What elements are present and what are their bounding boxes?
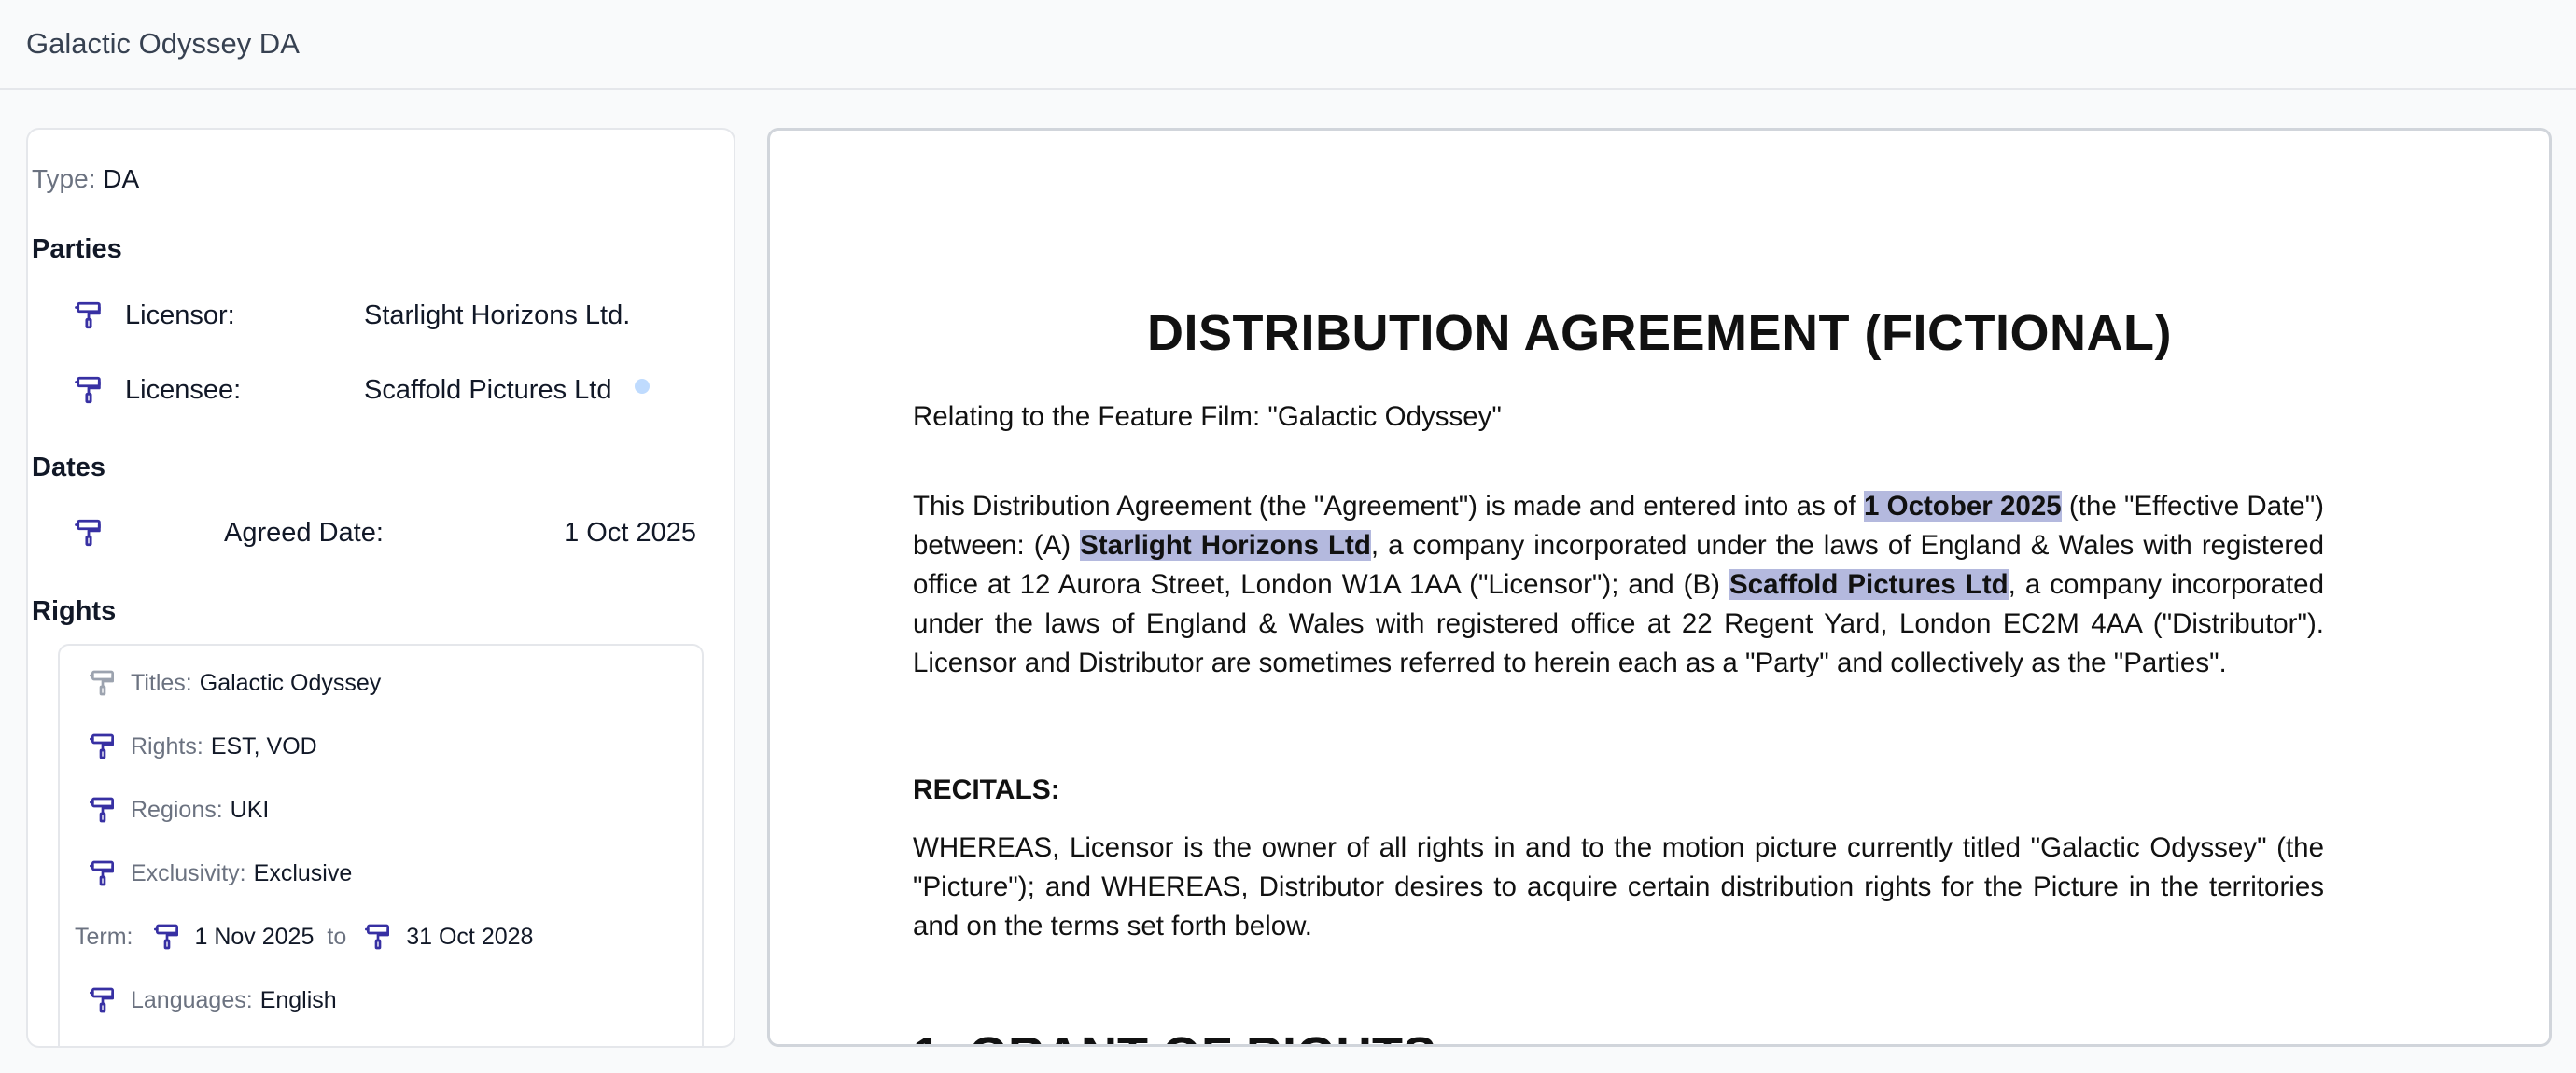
agreed-date-value: 1 Oct 2025	[564, 517, 696, 548]
parties-heading: Parties	[32, 234, 122, 264]
section-heading: 1. GRANT OF RIGHTS	[913, 1026, 1436, 1044]
paint-roller-icon[interactable]	[73, 517, 105, 549]
licensee-value: Scaffold Pictures Ltd	[364, 374, 612, 405]
licensee-row[interactable]: Licensee: Scaffold Pictures Ltd	[73, 371, 650, 409]
top-bar: Galactic Odyssey DA	[0, 0, 2576, 90]
text-run: This Distribution Agreement (the "Agreem…	[913, 491, 1864, 522]
document-page: DISTRIBUTION AGREEMENT (FICTIONAL) Relat…	[770, 131, 2549, 1044]
document-viewer[interactable]: DISTRIBUTION AGREEMENT (FICTIONAL) Relat…	[767, 128, 2552, 1047]
page-title: Galactic Odyssey DA	[26, 27, 300, 60]
type-label: Type:	[32, 164, 96, 193]
type-field: Type: DA	[32, 164, 139, 194]
licensor-row[interactable]: Licensor: Starlight Horizons Ltd.	[73, 297, 630, 334]
agreed-date-row[interactable]: Agreed Date: 1 Oct 2025	[73, 514, 696, 551]
dates-heading: Dates	[32, 453, 105, 482]
highlight-licensee[interactable]: Scaffold Pictures Ltd	[1729, 569, 2009, 600]
licensee-label: Licensee:	[125, 374, 242, 405]
paint-roller-icon[interactable]	[73, 300, 105, 331]
paint-roller-icon[interactable]	[73, 374, 105, 406]
document-title: DISTRIBUTION AGREEMENT (FICTIONAL)	[1147, 305, 2172, 361]
recitals-heading: RECITALS:	[913, 774, 1060, 805]
highlight-effective-date[interactable]: 1 October 2025	[1863, 491, 2062, 522]
highlight-licensor[interactable]: Starlight Horizons Ltd	[1080, 530, 1371, 561]
summary-panel	[26, 128, 735, 1048]
status-dot	[635, 379, 650, 394]
licensor-label: Licensor:	[125, 300, 235, 330]
document-subtitle: Relating to the Feature Film: "Galactic …	[913, 401, 1502, 432]
licensor-value: Starlight Horizons Ltd.	[364, 300, 631, 330]
rights-heading: Rights	[32, 596, 117, 626]
document-paragraph: This Distribution Agreement (the "Agreem…	[913, 487, 2324, 683]
recitals-paragraph: WHEREAS, Licensor is the owner of all ri…	[913, 832, 2324, 941]
agreed-date-label: Agreed Date:	[224, 517, 384, 548]
type-value: DA	[103, 164, 140, 193]
